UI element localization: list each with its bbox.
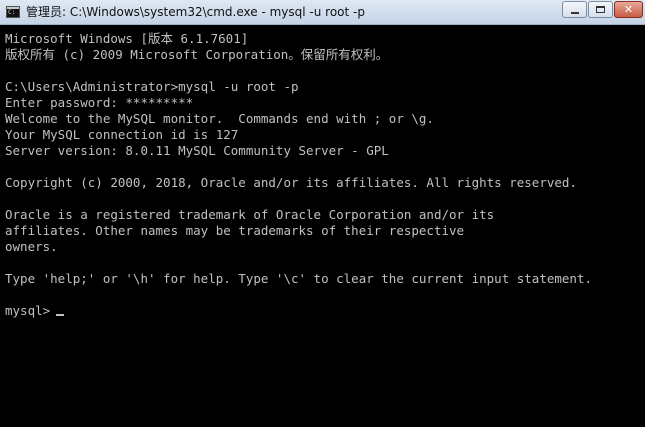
mysql-prompt: mysql> [5, 303, 51, 318]
command-prompt-line[interactable]: mysql> [5, 303, 65, 319]
window-title: 管理员: C:\Windows\system32\cmd.exe - mysql… [26, 5, 365, 19]
console-line: Enter password: ********* [5, 95, 194, 110]
console-line: Server version: 8.0.11 MySQL Community S… [5, 143, 389, 158]
text-cursor[interactable] [56, 314, 65, 316]
console-line: C:\Users\Administrator>mysql -u root -p [5, 79, 299, 94]
maximize-icon [596, 6, 605, 13]
close-icon: ✕ [623, 3, 634, 16]
console-line: Type 'help;' or '\h' for help. Type '\c'… [5, 271, 592, 286]
close-button[interactable]: ✕ [614, 1, 643, 18]
console-output[interactable]: Microsoft Windows [版本 6.1.7601] 版权所有 (c)… [0, 25, 645, 427]
console-line: Copyright (c) 2000, 2018, Oracle and/or … [5, 175, 577, 190]
console-line: affiliates. Other names may be trademark… [5, 223, 465, 238]
cmd-icon[interactable] [6, 6, 20, 18]
console-line: Your MySQL connection id is 127 [5, 127, 239, 142]
title-bar[interactable]: 管理员: C:\Windows\system32\cmd.exe - mysql… [0, 0, 645, 25]
console-line: Oracle is a registered trademark of Orac… [5, 207, 495, 222]
console-line: owners. [5, 239, 58, 254]
cmd-window: 管理员: C:\Windows\system32\cmd.exe - mysql… [0, 0, 645, 427]
console-line: Welcome to the MySQL monitor. Commands e… [5, 111, 434, 126]
maximize-button[interactable] [588, 1, 613, 18]
minimize-icon [571, 12, 579, 14]
console-line: 版权所有 (c) 2009 Microsoft Corporation。保留所有… [5, 47, 389, 62]
minimize-button[interactable] [562, 1, 587, 18]
console-line: Microsoft Windows [版本 6.1.7601] [5, 31, 249, 46]
